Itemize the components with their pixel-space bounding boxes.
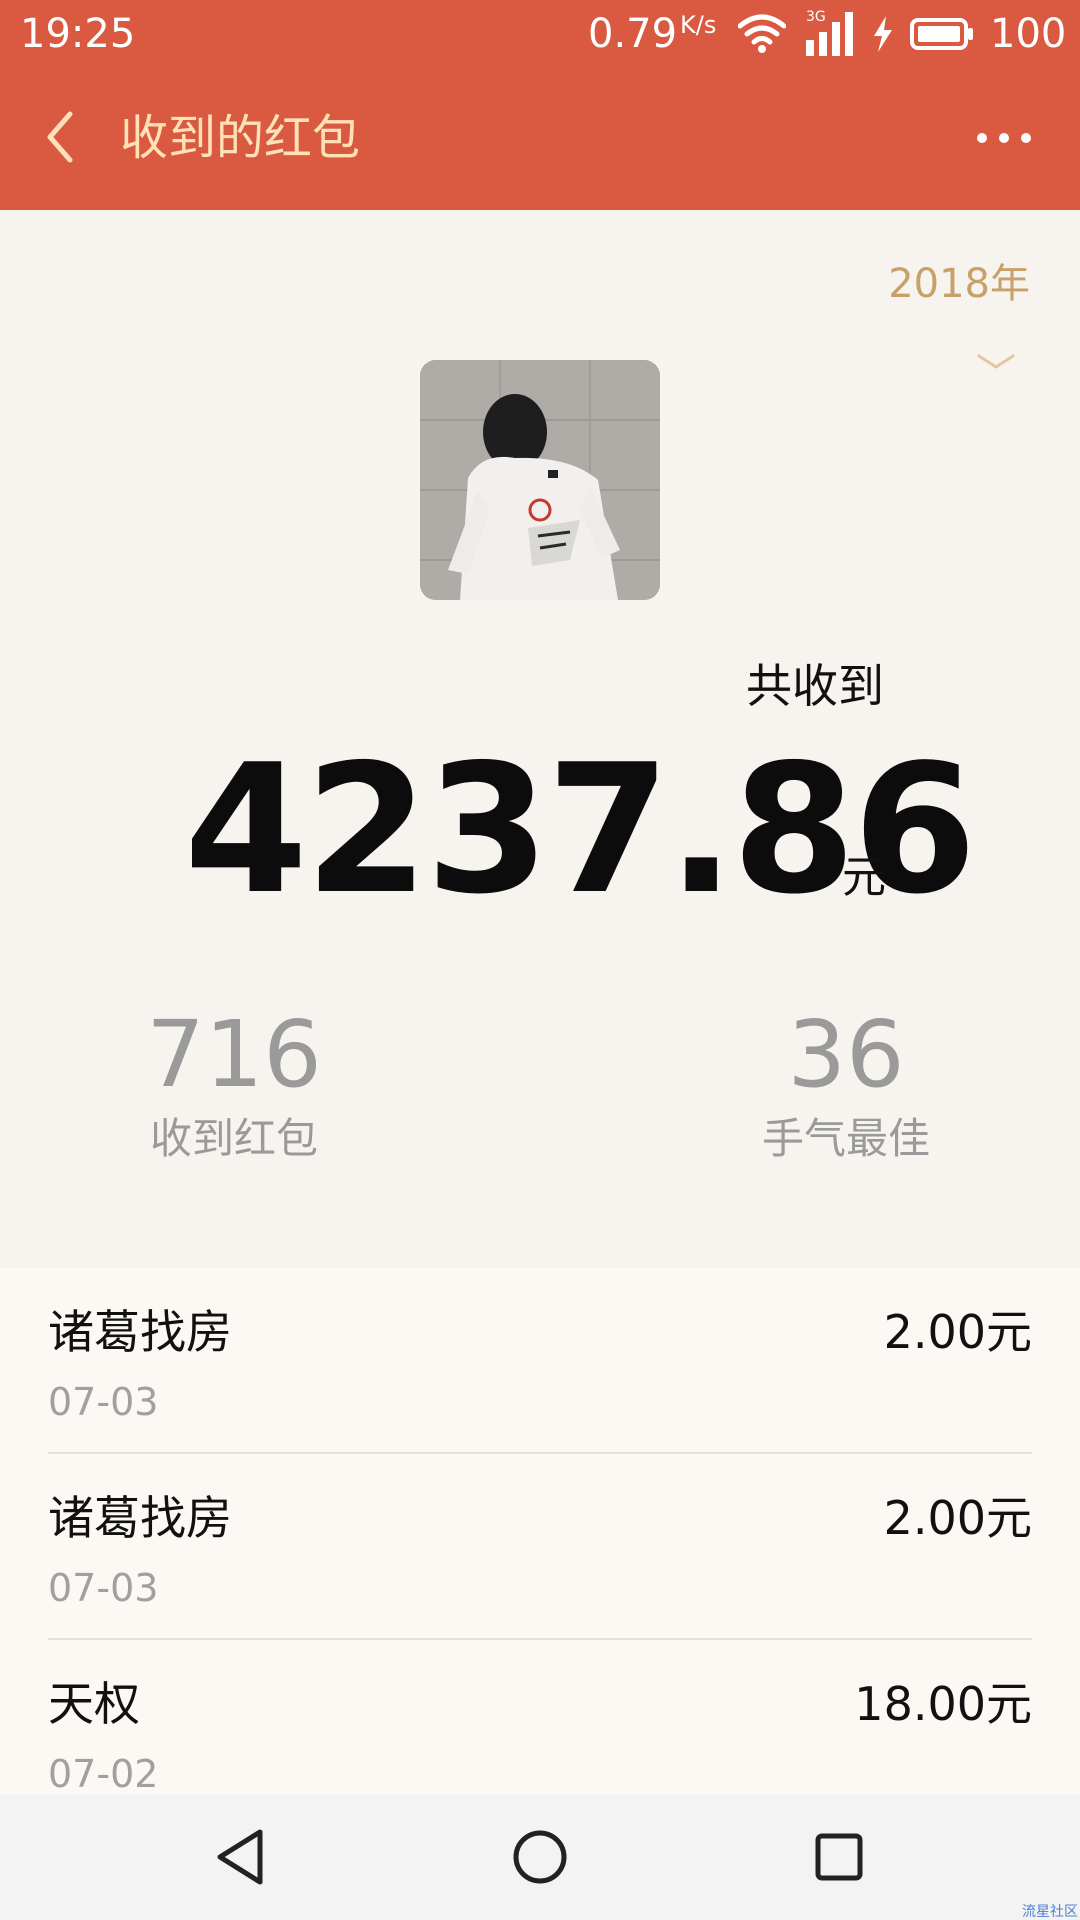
total-label: 共收到 — [746, 659, 884, 713]
best-luck-value: 36 — [787, 1001, 905, 1108]
network-speed: 0.79 — [588, 11, 678, 57]
app-bar: 收到的红包 — [0, 68, 1080, 210]
network-speed-unit: K/s — [680, 11, 717, 39]
received-date: 07-02 — [48, 1752, 159, 1794]
chevron-down-icon — [977, 354, 1015, 369]
received-amount: 18.00元 — [854, 1677, 1032, 1731]
status-time: 19:25 — [20, 11, 136, 57]
back-button[interactable] — [30, 102, 90, 172]
received-date: 07-03 — [48, 1566, 159, 1610]
nav-back-button[interactable] — [208, 1824, 274, 1890]
nav-recents-button[interactable] — [806, 1824, 872, 1890]
sender-name: 天权 — [48, 1677, 140, 1731]
year-label: 2018年 — [888, 261, 1030, 307]
received-amount: 2.00元 — [883, 1305, 1032, 1359]
best-luck-label: 手气最佳 — [761, 1114, 930, 1163]
received-count-stat: 716 收到红包 — [84, 1000, 384, 1168]
received-count-label: 收到红包 — [149, 1114, 318, 1163]
list-item[interactable]: 诸葛找房 07-03 2.00元 — [48, 1268, 1032, 1454]
red-packet-list: 诸葛找房 07-03 2.00元 诸葛找房 07-03 2.00元 天权 07-… — [0, 1268, 1080, 1794]
battery-level: 100 — [990, 11, 1067, 57]
best-luck-stat: 36 手气最佳 — [696, 1000, 996, 1168]
received-amount: 2.00元 — [883, 1491, 1032, 1545]
nav-home-button[interactable] — [507, 1824, 573, 1890]
status-bar: 19:25 0.79 K/s 3G 100 — [0, 0, 1080, 68]
battery-icon — [910, 18, 973, 50]
watermark: 流星社区 — [1022, 1904, 1078, 1920]
page-title: 收到的红包 — [120, 110, 361, 166]
avatar — [420, 360, 660, 600]
list-item[interactable]: 诸葛找房 07-03 2.00元 — [48, 1454, 1032, 1640]
received-count-value: 716 — [146, 1001, 322, 1108]
charging-icon — [874, 16, 892, 52]
signal-icon — [806, 12, 853, 56]
year-picker[interactable]: 2018年 — [870, 256, 1030, 386]
sender-name: 诸葛找房 — [48, 1491, 232, 1545]
more-options-button[interactable] — [972, 118, 1036, 158]
received-date: 07-03 — [48, 1380, 159, 1424]
list-item[interactable]: 天权 07-02 18.00元 — [48, 1640, 1032, 1794]
total-unit: 元 — [842, 852, 886, 903]
wifi-icon — [738, 14, 786, 53]
navigation-bar — [0, 1794, 1080, 1920]
sender-name: 诸葛找房 — [48, 1305, 232, 1359]
